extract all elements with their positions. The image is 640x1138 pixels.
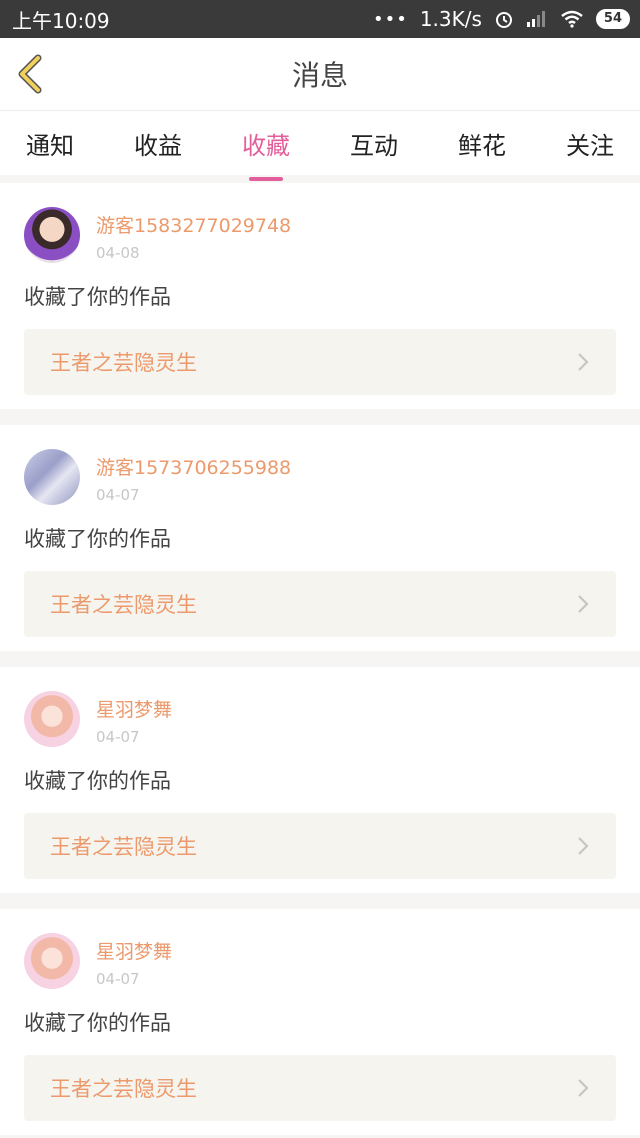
user-row: 游客1583277029748 04-08 <box>24 207 616 263</box>
work-link[interactable]: 王者之芸隐灵生 <box>24 813 616 879</box>
user-info: 游客1573706255988 04-07 <box>96 449 291 504</box>
tab-notifications[interactable]: 通知 <box>26 120 74 167</box>
work-title: 王者之芸隐灵生 <box>50 351 197 375</box>
username[interactable]: 游客1573706255988 <box>96 453 291 480</box>
chevron-right-icon <box>578 595 589 613</box>
item-date: 04-08 <box>96 244 140 262</box>
work-link[interactable]: 王者之芸隐灵生 <box>24 329 616 395</box>
list-item: 游客1583277029748 04-08 收藏了你的作品 王者之芸隐灵生 <box>0 183 640 409</box>
work-link[interactable]: 王者之芸隐灵生 <box>24 571 616 637</box>
action-text: 收藏了你的作品 <box>24 1011 171 1035</box>
tab-following[interactable]: 关注 <box>566 120 614 167</box>
list-item: 星羽梦舞 04-07 收藏了你的作品 王者之芸隐灵生 <box>0 909 640 1135</box>
user-info: 星羽梦舞 04-07 <box>96 933 172 988</box>
tab-earnings[interactable]: 收益 <box>134 120 182 167</box>
user-info: 星羽梦舞 04-07 <box>96 691 172 746</box>
username[interactable]: 游客1583277029748 <box>96 211 291 238</box>
chevron-right-icon <box>578 353 589 371</box>
avatar[interactable] <box>24 933 80 989</box>
chevron-right-icon <box>578 1079 589 1097</box>
item-date: 04-07 <box>96 486 140 504</box>
status-time: 上午10:09 <box>12 8 110 33</box>
user-info: 游客1583277029748 04-08 <box>96 207 291 262</box>
username[interactable]: 星羽梦舞 <box>96 695 172 722</box>
avatar[interactable] <box>24 691 80 747</box>
tab-bar: 通知 收益 收藏 互动 鲜花 关注 <box>0 111 640 175</box>
signal-icon <box>526 11 545 27</box>
work-title: 王者之芸隐灵生 <box>50 835 197 859</box>
app-header: 消息 <box>0 38 640 111</box>
list-item: 游客1573706255988 04-07 收藏了你的作品 王者之芸隐灵生 <box>0 425 640 651</box>
avatar[interactable] <box>24 207 80 263</box>
list-item: 星羽梦舞 04-07 收藏了你的作品 王者之芸隐灵生 <box>0 667 640 893</box>
status-icons: ••• 1.3K/s 54 <box>373 7 630 31</box>
wifi-icon <box>561 10 583 28</box>
tab-favorites[interactable]: 收藏 <box>242 120 290 167</box>
page-title: 消息 <box>291 59 348 92</box>
battery-indicator: 54 <box>595 9 630 29</box>
favorites-list: 游客1583277029748 04-08 收藏了你的作品 王者之芸隐灵生 游客… <box>0 175 640 1135</box>
user-row: 游客1573706255988 04-07 <box>24 449 616 505</box>
network-speed: 1.3K/s <box>419 7 482 31</box>
chevron-right-icon <box>578 837 589 855</box>
status-bar: 上午10:09 ••• 1.3K/s 54 <box>0 0 640 38</box>
item-date: 04-07 <box>96 970 140 988</box>
action-text: 收藏了你的作品 <box>24 769 171 793</box>
back-arrow-icon[interactable] <box>12 54 52 94</box>
work-link[interactable]: 王者之芸隐灵生 <box>24 1055 616 1121</box>
notification-dots: ••• <box>372 8 408 30</box>
user-row: 星羽梦舞 04-07 <box>24 933 616 989</box>
avatar[interactable] <box>24 449 80 505</box>
tab-interactions[interactable]: 互动 <box>350 120 398 167</box>
username[interactable]: 星羽梦舞 <box>96 937 172 964</box>
item-date: 04-07 <box>96 728 140 746</box>
work-title: 王者之芸隐灵生 <box>50 1077 197 1101</box>
user-row: 星羽梦舞 04-07 <box>24 691 616 747</box>
work-title: 王者之芸隐灵生 <box>50 593 197 617</box>
tab-flowers[interactable]: 鲜花 <box>458 120 506 167</box>
action-text: 收藏了你的作品 <box>24 285 171 309</box>
alarm-icon <box>495 12 512 28</box>
action-text: 收藏了你的作品 <box>24 527 171 551</box>
